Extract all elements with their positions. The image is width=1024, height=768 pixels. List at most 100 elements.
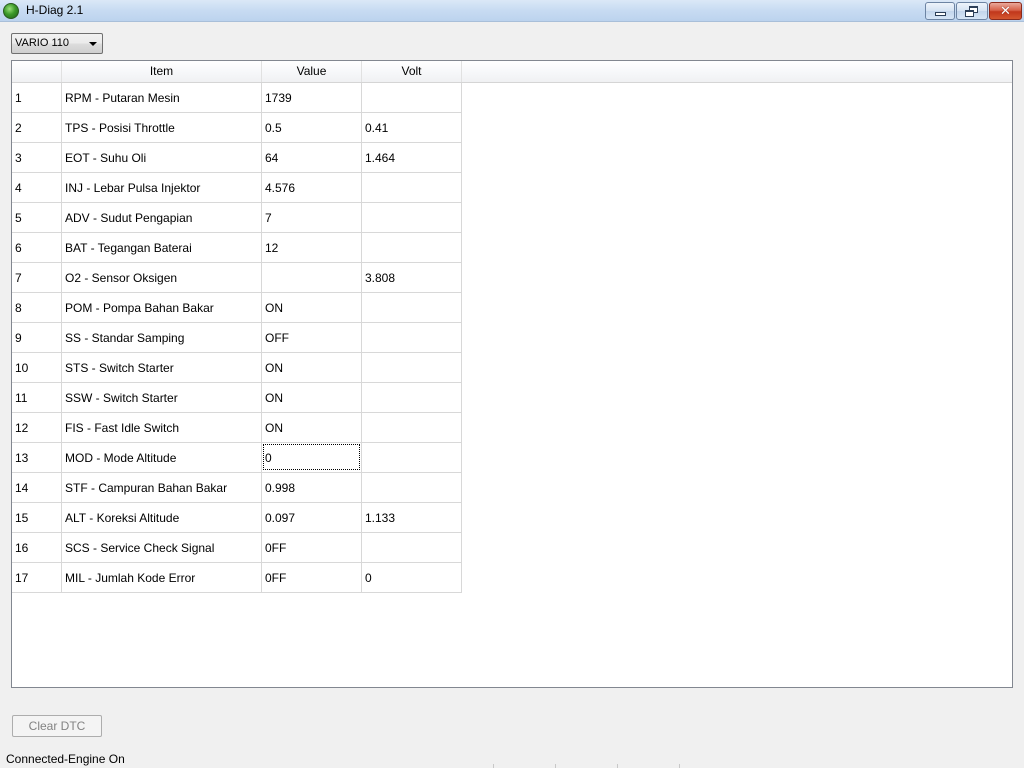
- table-row[interactable]: 12 FIS - Fast Idle Switch ON: [12, 413, 462, 443]
- clear-dtc-button[interactable]: Clear DTC: [12, 715, 102, 737]
- row-number-cell[interactable]: 8: [12, 293, 62, 323]
- volt-cell[interactable]: 0: [362, 563, 462, 593]
- table-row[interactable]: 11 SSW - Switch Starter ON: [12, 383, 462, 413]
- table-row[interactable]: 17 MIL - Jumlah Kode Error 0FF 0: [12, 563, 462, 593]
- value-cell[interactable]: ON: [262, 383, 362, 413]
- table-row[interactable]: 6 BAT - Tegangan Baterai 12: [12, 233, 462, 263]
- row-number-cell[interactable]: 16: [12, 533, 62, 563]
- volt-cell[interactable]: [362, 323, 462, 353]
- item-cell[interactable]: BAT - Tegangan Baterai: [62, 233, 262, 263]
- item-cell[interactable]: SCS - Service Check Signal: [62, 533, 262, 563]
- item-cell[interactable]: INJ - Lebar Pulsa Injektor: [62, 173, 262, 203]
- item-cell[interactable]: O2 - Sensor Oksigen: [62, 263, 262, 293]
- row-number-cell[interactable]: 2: [12, 113, 62, 143]
- title-bar[interactable]: H-Diag 2.1 ✕: [0, 0, 1024, 22]
- row-number-cell[interactable]: 7: [12, 263, 62, 293]
- table-row[interactable]: 10 STS - Switch Starter ON: [12, 353, 462, 383]
- value-cell[interactable]: OFF: [262, 323, 362, 353]
- volt-cell[interactable]: 1.464: [362, 143, 462, 173]
- volt-cell[interactable]: 1.133: [362, 503, 462, 533]
- value-cell[interactable]: 7: [262, 203, 362, 233]
- row-number-cell[interactable]: 14: [12, 473, 62, 503]
- row-number-cell[interactable]: 11: [12, 383, 62, 413]
- column-header-value[interactable]: Value: [262, 61, 362, 82]
- value-cell[interactable]: [262, 263, 362, 293]
- value-cell[interactable]: ON: [262, 413, 362, 443]
- volt-cell[interactable]: [362, 443, 462, 473]
- restore-button[interactable]: [956, 2, 988, 20]
- table-row[interactable]: 8 POM - Pompa Bahan Bakar ON: [12, 293, 462, 323]
- row-number-cell[interactable]: 9: [12, 323, 62, 353]
- table-row[interactable]: 15 ALT - Koreksi Altitude 0.097 1.133: [12, 503, 462, 533]
- table-header: Item Value Volt: [12, 61, 1012, 83]
- item-cell[interactable]: EOT - Suhu Oli: [62, 143, 262, 173]
- volt-cell[interactable]: [362, 413, 462, 443]
- volt-cell[interactable]: 0.41: [362, 113, 462, 143]
- volt-cell[interactable]: [362, 293, 462, 323]
- item-cell[interactable]: POM - Pompa Bahan Bakar: [62, 293, 262, 323]
- item-cell[interactable]: ADV - Sudut Pengapian: [62, 203, 262, 233]
- value-cell[interactable]: 0.998: [262, 473, 362, 503]
- value-cell[interactable]: 1739: [262, 83, 362, 113]
- row-number-cell[interactable]: 4: [12, 173, 62, 203]
- value-cell[interactable]: 0.5: [262, 113, 362, 143]
- volt-cell[interactable]: [362, 473, 462, 503]
- table-row[interactable]: 2 TPS - Posisi Throttle 0.5 0.41: [12, 113, 462, 143]
- volt-cell[interactable]: 3.808: [362, 263, 462, 293]
- column-header-no[interactable]: [12, 61, 62, 82]
- table-row[interactable]: 5 ADV - Sudut Pengapian 7: [12, 203, 462, 233]
- item-cell[interactable]: SS - Standar Samping: [62, 323, 262, 353]
- model-select[interactable]: VARIO 110: [11, 33, 103, 54]
- column-header-volt[interactable]: Volt: [362, 61, 462, 82]
- row-number-cell[interactable]: 3: [12, 143, 62, 173]
- table-row[interactable]: 13 MOD - Mode Altitude 0: [12, 443, 462, 473]
- row-number-cell[interactable]: 10: [12, 353, 62, 383]
- value-cell[interactable]: 0FF: [262, 533, 362, 563]
- table-row[interactable]: 1 RPM - Putaran Mesin 1739: [12, 83, 462, 113]
- item-cell[interactable]: MOD - Mode Altitude: [62, 443, 262, 473]
- item-cell[interactable]: FIS - Fast Idle Switch: [62, 413, 262, 443]
- value-cell[interactable]: 0FF: [262, 563, 362, 593]
- volt-cell[interactable]: [362, 173, 462, 203]
- row-number-cell[interactable]: 1: [12, 83, 62, 113]
- row-number-cell[interactable]: 5: [12, 203, 62, 233]
- volt-cell[interactable]: [362, 353, 462, 383]
- item-cell[interactable]: SSW - Switch Starter: [62, 383, 262, 413]
- value-cell[interactable]: 0: [262, 443, 362, 473]
- minimize-button[interactable]: [925, 2, 955, 20]
- item-cell[interactable]: TPS - Posisi Throttle: [62, 113, 262, 143]
- item-cell[interactable]: ALT - Koreksi Altitude: [62, 503, 262, 533]
- volt-cell[interactable]: [362, 533, 462, 563]
- table-row[interactable]: 7 O2 - Sensor Oksigen 3.808: [12, 263, 462, 293]
- sensor-data-table[interactable]: Item Value Volt 1 RPM - Putaran Mesin 1739…: [11, 60, 1013, 688]
- value-cell[interactable]: 0.097: [262, 503, 362, 533]
- row-number-cell[interactable]: 6: [12, 233, 62, 263]
- table-row[interactable]: 14 STF - Campuran Bahan Bakar 0.998: [12, 473, 462, 503]
- value-cell[interactable]: 4.576: [262, 173, 362, 203]
- item-cell[interactable]: STS - Switch Starter: [62, 353, 262, 383]
- status-text: Connected-Engine On: [6, 752, 125, 766]
- row-number-cell[interactable]: 12: [12, 413, 62, 443]
- row-number-cell[interactable]: 13: [12, 443, 62, 473]
- volt-cell[interactable]: [362, 83, 462, 113]
- item-cell[interactable]: STF - Campuran Bahan Bakar: [62, 473, 262, 503]
- volt-cell[interactable]: [362, 203, 462, 233]
- volt-cell[interactable]: [362, 233, 462, 263]
- value-cell[interactable]: 64: [262, 143, 362, 173]
- close-button[interactable]: ✕: [989, 2, 1022, 20]
- value-cell[interactable]: ON: [262, 293, 362, 323]
- focused-value-text: 0: [263, 444, 360, 470]
- value-cell[interactable]: ON: [262, 353, 362, 383]
- row-number-cell[interactable]: 17: [12, 563, 62, 593]
- value-cell[interactable]: 12: [262, 233, 362, 263]
- model-select-value: VARIO 110: [15, 37, 70, 49]
- item-cell[interactable]: MIL - Jumlah Kode Error: [62, 563, 262, 593]
- volt-cell[interactable]: [362, 383, 462, 413]
- column-header-item[interactable]: Item: [62, 61, 262, 82]
- table-row[interactable]: 9 SS - Standar Samping OFF: [12, 323, 462, 353]
- table-row[interactable]: 16 SCS - Service Check Signal 0FF: [12, 533, 462, 563]
- item-cell[interactable]: RPM - Putaran Mesin: [62, 83, 262, 113]
- row-number-cell[interactable]: 15: [12, 503, 62, 533]
- table-row[interactable]: 3 EOT - Suhu Oli 64 1.464: [12, 143, 462, 173]
- table-row[interactable]: 4 INJ - Lebar Pulsa Injektor 4.576: [12, 173, 462, 203]
